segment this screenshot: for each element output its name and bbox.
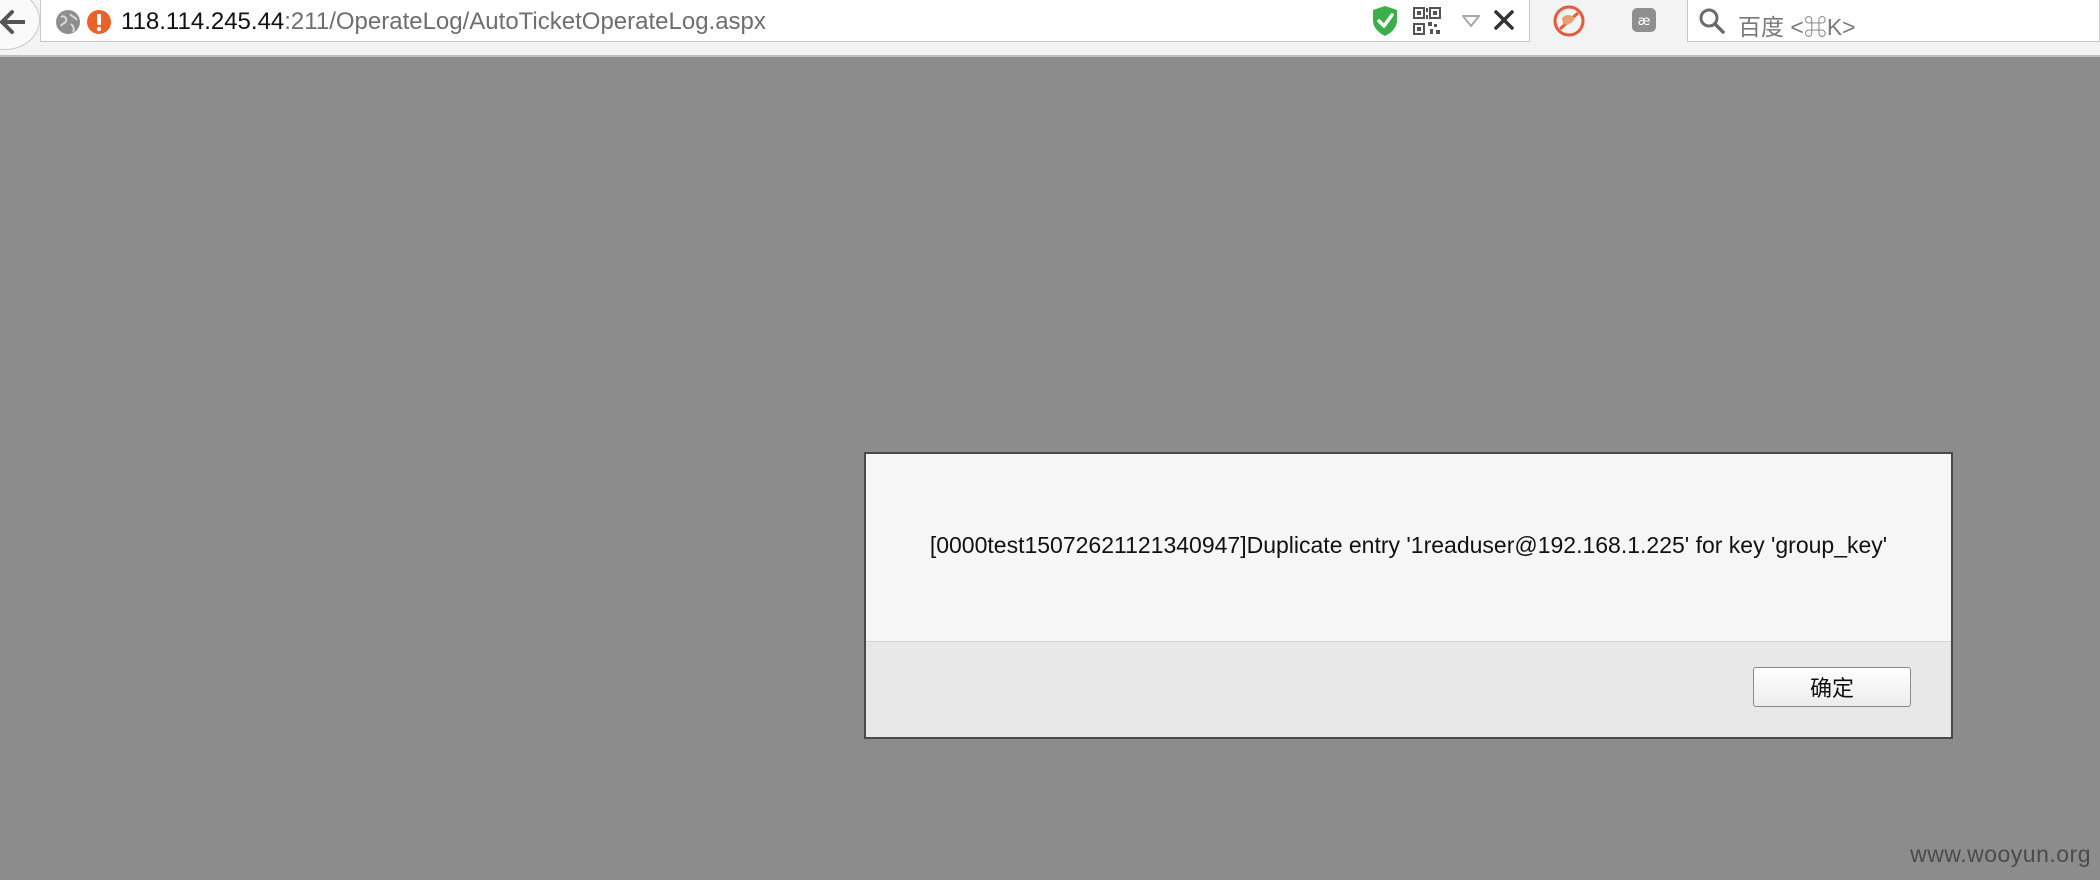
back-arrow-icon — [0, 10, 25, 34]
warning-icon[interactable] — [86, 9, 112, 35]
qr-code-icon[interactable] — [1413, 7, 1441, 35]
close-icon[interactable] — [1493, 9, 1515, 31]
url-bar[interactable]: 118.114.245.44:211/OperateLog/AutoTicket… — [40, 0, 1530, 42]
alert-dialog: [0000test15072621121340947]Duplicate ent… — [864, 452, 1953, 739]
globe-icon[interactable] — [55, 9, 81, 35]
search-bar[interactable]: 百度 <⌘K> — [1687, 0, 2100, 42]
url-path: :211/OperateLog/AutoTicketOperateLog.asp… — [284, 8, 766, 35]
search-input[interactable]: 百度 <⌘K> — [1738, 8, 1856, 42]
dropmarker-icon[interactable] — [1461, 14, 1481, 28]
back-button[interactable] — [0, 0, 40, 50]
browser-toolbar: 118.114.245.44:211/OperateLog/AutoTicket… — [0, 0, 2100, 57]
reader-icon[interactable]: æ — [1630, 6, 1658, 34]
dialog-footer: 确定 — [866, 641, 1951, 737]
url-text[interactable]: 118.114.245.44:211/OperateLog/AutoTicket… — [121, 8, 766, 36]
shield-icon[interactable] — [1371, 5, 1399, 37]
dialog-message: [0000test15072621121340947]Duplicate ent… — [929, 532, 1888, 558]
adblock-icon[interactable] — [1552, 4, 1586, 38]
search-icon — [1699, 8, 1725, 34]
svg-text:æ: æ — [1638, 14, 1651, 29]
watermark: www.wooyun.org — [1910, 841, 2091, 867]
ok-button[interactable]: 确定 — [1753, 667, 1911, 707]
url-host: 118.114.245.44 — [121, 8, 285, 35]
